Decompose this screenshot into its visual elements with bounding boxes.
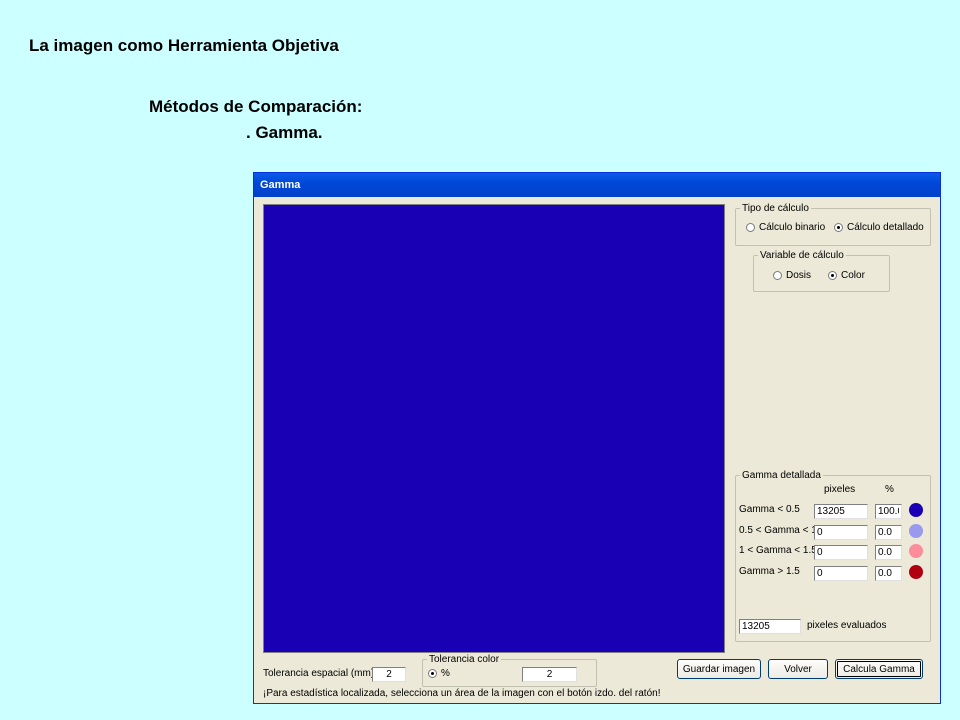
- slide-subtitle: Métodos de Comparación:: [149, 97, 363, 116]
- hint-text: ¡Para estadística localizada, selecciona…: [263, 688, 661, 699]
- radio-color-indicator[interactable]: [828, 271, 837, 280]
- radio-tolerancia-percent[interactable]: %: [428, 668, 450, 679]
- radio-dosis-indicator[interactable]: [773, 271, 782, 280]
- radio-calculo-binario[interactable]: Cálculo binario: [746, 222, 825, 233]
- radio-color-label: Color: [841, 270, 865, 281]
- radio-calculo-detallado[interactable]: Cálculo detallado: [834, 222, 924, 233]
- gamma-row-color-dot: [909, 524, 923, 538]
- pixeles-evaluados-field[interactable]: [739, 619, 801, 634]
- slide-subtitle-gamma: . Gamma.: [246, 123, 323, 142]
- gamma-window: Gamma Tipo de cálculo Cálculo binario Cá…: [253, 172, 941, 704]
- gamma-row-pixels-field[interactable]: [814, 566, 868, 581]
- radio-dosis[interactable]: Dosis: [773, 270, 811, 281]
- col-pixeles-header: pixeles: [824, 484, 856, 495]
- radio-dosis-label: Dosis: [786, 270, 812, 281]
- radio-calculo-binario-indicator[interactable]: [746, 223, 755, 232]
- tolerancia-espacial-label: Tolerancia espacial (mm): [263, 668, 375, 679]
- gamma-row-pixels-field[interactable]: [814, 545, 868, 560]
- gamma-row-label: Gamma > 1.5: [739, 566, 800, 577]
- pixeles-evaluados-label: pixeles evaluados: [807, 620, 887, 631]
- tipo-calculo-legend: Tipo de cálculo: [742, 203, 809, 214]
- tolerancia-color-legend: Tolerancia color: [429, 654, 500, 665]
- gamma-row-percent-field[interactable]: [875, 545, 902, 560]
- gamma-row-percent-field[interactable]: [875, 566, 902, 581]
- radio-calculo-detallado-label: Cálculo detallado: [847, 222, 924, 233]
- gamma-row-percent-field[interactable]: [875, 525, 902, 540]
- gamma-row-label: 1 < Gamma < 1.5: [739, 545, 817, 556]
- radio-color[interactable]: Color: [828, 270, 865, 281]
- window-titlebar[interactable]: Gamma: [254, 173, 940, 197]
- gamma-row-color-dot: [909, 565, 923, 579]
- guardar-imagen-button[interactable]: Guardar imagen: [677, 659, 761, 679]
- gamma-row-label: Gamma < 0.5: [739, 504, 800, 515]
- calcula-gamma-button[interactable]: Calcula Gamma: [835, 659, 923, 679]
- radio-calculo-detallado-indicator[interactable]: [834, 223, 843, 232]
- tolerancia-color-field[interactable]: [522, 667, 577, 682]
- gamma-row-label: 0.5 < Gamma < 1: [739, 525, 817, 536]
- gamma-detallada-legend: Gamma detallada: [742, 470, 821, 481]
- slide-title: La imagen como Herramienta Objetiva: [29, 36, 339, 55]
- gamma-row-percent-field[interactable]: [875, 504, 902, 519]
- gamma-row-pixels-field[interactable]: [814, 504, 868, 519]
- radio-calculo-binario-label: Cálculo binario: [759, 222, 826, 233]
- gamma-image-canvas[interactable]: [263, 204, 725, 653]
- gamma-row-color-dot: [909, 544, 923, 558]
- gamma-row-pixels-field[interactable]: [814, 525, 868, 540]
- variable-calculo-legend: Variable de cálculo: [760, 250, 844, 261]
- gamma-row-color-dot: [909, 503, 923, 517]
- radio-tolerancia-percent-indicator[interactable]: [428, 669, 437, 678]
- volver-button[interactable]: Volver: [768, 659, 828, 679]
- col-percent-header: %: [885, 484, 894, 495]
- tolerancia-espacial-field[interactable]: [372, 667, 406, 682]
- radio-tolerancia-percent-label: %: [441, 668, 450, 679]
